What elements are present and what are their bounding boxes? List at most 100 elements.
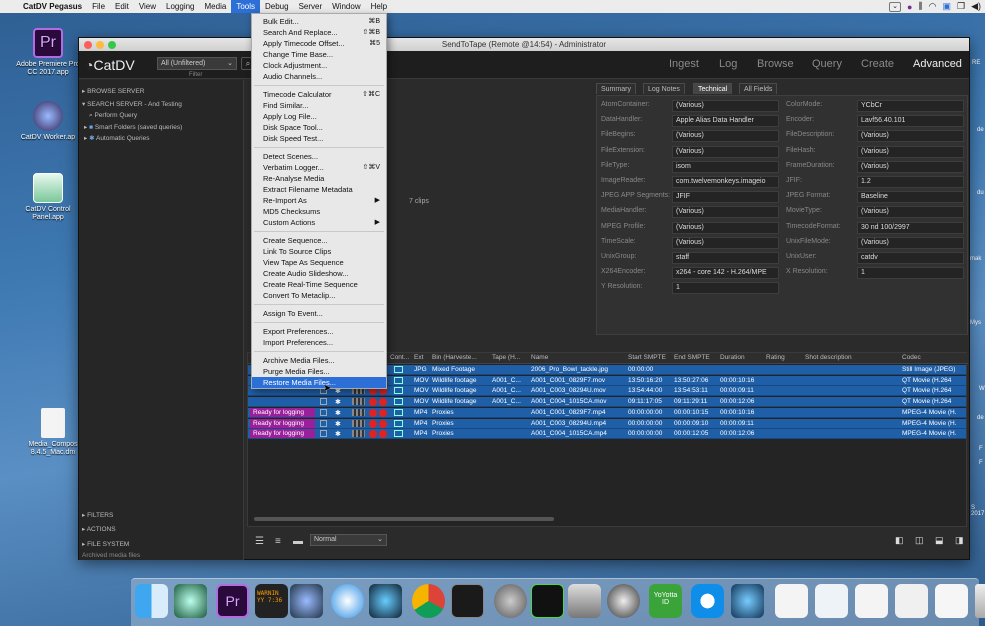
dropbox-icon[interactable]: ❐ bbox=[957, 1, 965, 12]
status-badge[interactable]: Ready for logging bbox=[250, 407, 315, 417]
sidebar-automatic-queries[interactable]: ▸ ✱ Automatic Queries bbox=[84, 134, 149, 142]
nav-query[interactable]: Query bbox=[812, 58, 842, 70]
menu-help[interactable]: Help bbox=[366, 0, 392, 13]
menu-item-change-time-base[interactable]: Change Time Base... bbox=[252, 49, 386, 60]
menu-item-verbatim-logger[interactable]: Verbatim Logger... ⇧⌘V bbox=[252, 162, 386, 173]
menu-item-re-import-as[interactable]: Re-Import As ▶ bbox=[252, 195, 386, 206]
col-header[interactable]: Start SMPTE bbox=[628, 354, 666, 361]
row-checkbox[interactable] bbox=[320, 408, 327, 416]
field-value[interactable]: (Various) bbox=[672, 236, 779, 249]
wifi-icon[interactable]: ◠ bbox=[929, 1, 937, 12]
menu-item-extract-filename-metadata[interactable]: Extract Filename Metadata bbox=[252, 184, 386, 195]
desktop-icon-catdv-worker[interactable]: CatDV Worker.ap bbox=[13, 101, 83, 142]
col-header[interactable]: Duration bbox=[720, 354, 745, 361]
menu-item-md5-checksums[interactable]: MD5 Checksums bbox=[252, 206, 386, 217]
catdv-status-icon[interactable]: ● bbox=[907, 2, 912, 12]
field-value[interactable]: (Various) bbox=[672, 221, 779, 234]
premiere-icon[interactable]: Pr bbox=[216, 584, 249, 618]
field-value[interactable]: x264 - core 142 - H.264/MPE bbox=[672, 267, 779, 280]
field-value[interactable]: (Various) bbox=[857, 206, 964, 219]
menu-item-export-preferences[interactable]: Export Preferences... bbox=[252, 326, 386, 337]
menu-item-convert-to-metaclip[interactable]: Convert To Metaclip... bbox=[252, 290, 386, 301]
field-value[interactable]: (Various) bbox=[857, 130, 964, 143]
row-checkbox[interactable] bbox=[320, 398, 327, 406]
row-checkbox[interactable] bbox=[320, 419, 327, 427]
sidebar-filters[interactable]: ▸ FILTERS bbox=[82, 511, 113, 519]
field-value[interactable]: (Various) bbox=[857, 160, 964, 173]
davinci-icon[interactable] bbox=[607, 584, 640, 618]
menu-server[interactable]: Server bbox=[294, 0, 328, 13]
menu-item-search-and-replace[interactable]: Search And Replace... ⇧⌘B bbox=[252, 27, 386, 38]
menu-item-clock-adjustment[interactable]: Clock Adjustment... bbox=[252, 60, 386, 71]
field-value[interactable]: Baseline bbox=[857, 191, 964, 204]
audio-controls-icon[interactable]: ⫼ bbox=[918, 1, 922, 12]
field-value[interactable]: JFIF bbox=[672, 191, 779, 204]
field-value[interactable]: (Various) bbox=[857, 236, 964, 249]
activity-icon[interactable] bbox=[531, 584, 564, 618]
status-badge[interactable]: Ready for logging bbox=[250, 418, 315, 428]
chevron-down-icon[interactable]: ⌄ bbox=[889, 1, 902, 12]
menu-item-custom-actions[interactable]: Custom Actions ▶ bbox=[252, 217, 386, 228]
catdv-pegasus-icon[interactable] bbox=[369, 584, 402, 618]
menu-item-link-to-source-clips[interactable]: Link To Source Clips bbox=[252, 246, 386, 257]
menu-item-view-tape-as-sequence[interactable]: View Tape As Sequence bbox=[252, 257, 386, 268]
nav-log[interactable]: Log bbox=[719, 58, 737, 70]
menu-item-create-sequence[interactable]: Create Sequence... bbox=[252, 235, 386, 246]
field-value[interactable]: 1.2 bbox=[857, 176, 964, 188]
field-value[interactable]: YCbCr bbox=[857, 100, 964, 112]
catdv-icon[interactable] bbox=[290, 584, 323, 618]
menu-item-assign-to-event[interactable]: Assign To Event... bbox=[252, 308, 386, 319]
desktop-icon-premiere[interactable]: Pr Adobe Premiere Pro CC 2017.app bbox=[13, 28, 83, 77]
menu-item-re-analyse-media[interactable]: Re-Analyse Media bbox=[252, 173, 386, 184]
col-header[interactable]: Ext bbox=[414, 354, 423, 361]
upload-icon[interactable]: ▣ bbox=[942, 1, 951, 12]
menu-item-create-audio-slideshow[interactable]: Create Audio Slideshow... bbox=[252, 268, 386, 279]
field-value[interactable]: com.twelvemonkeys.imageio bbox=[672, 176, 779, 188]
field-value[interactable]: 1 bbox=[857, 267, 964, 280]
field-value[interactable]: Lavf56.40.101 bbox=[857, 115, 964, 128]
menu-item-archive-media-files[interactable]: Archive Media Files... bbox=[252, 355, 386, 366]
disk-utility-icon[interactable] bbox=[568, 584, 601, 618]
list-view-icon[interactable]: ☰ bbox=[255, 536, 264, 547]
layout-bottom-icon[interactable]: ⬓ bbox=[935, 535, 944, 546]
sidebar-smart-folders[interactable]: ▸ ■ Smart Folders (saved queries) bbox=[84, 123, 182, 131]
col-header[interactable]: Name bbox=[531, 354, 548, 361]
desktop-icon-catdv-control[interactable]: CatDV Control Panel.app bbox=[13, 173, 83, 222]
menu-item-create-real-time-sequence[interactable]: Create Real-Time Sequence bbox=[252, 279, 386, 290]
nav-browse[interactable]: Browse bbox=[757, 58, 794, 70]
col-header[interactable]: Tape (H... bbox=[492, 354, 520, 361]
zoom-window-icon[interactable] bbox=[108, 41, 116, 49]
col-header[interactable]: Cont... bbox=[390, 354, 409, 361]
system-prefs-icon[interactable] bbox=[494, 584, 527, 618]
menu-file[interactable]: File bbox=[87, 0, 110, 13]
layout-split-icon[interactable]: ◫ bbox=[915, 535, 924, 546]
menu-item-find-similar[interactable]: Find Similar... bbox=[252, 100, 386, 111]
tab-summary[interactable]: Summary bbox=[596, 83, 636, 94]
apple-menu-icon[interactable] bbox=[0, 0, 18, 13]
col-header[interactable]: Bin (Harveste... bbox=[432, 354, 477, 361]
view-mode-select[interactable]: Normal ⌄ bbox=[310, 534, 387, 546]
compact-view-icon[interactable]: ▬ bbox=[293, 536, 303, 547]
menu-item-purge-media-files[interactable]: Purge Media Files... bbox=[252, 366, 386, 377]
app-menu[interactable]: CatDV Pegasus bbox=[18, 0, 87, 13]
field-value[interactable]: (Various) bbox=[672, 145, 779, 158]
sidebar-file-system[interactable]: ▸ FILE SYSTEM bbox=[82, 540, 129, 548]
menu-window[interactable]: Window bbox=[327, 0, 365, 13]
row-checkbox[interactable] bbox=[320, 430, 327, 438]
nav-create[interactable]: Create bbox=[861, 58, 894, 70]
field-value[interactable]: (Various) bbox=[672, 206, 779, 219]
terminal-icon[interactable] bbox=[451, 584, 484, 618]
tab-all-fields[interactable]: All Fields bbox=[739, 83, 778, 94]
menu-tools[interactable]: Tools bbox=[231, 0, 260, 13]
field-value[interactable]: staff bbox=[672, 252, 779, 264]
chrome-icon[interactable] bbox=[412, 584, 445, 618]
catdv-control-icon[interactable] bbox=[731, 584, 764, 618]
menu-view[interactable]: View bbox=[134, 0, 161, 13]
filter-select[interactable]: All (Unfiltered) ⌄ bbox=[157, 57, 237, 70]
field-value[interactable]: catdv bbox=[857, 252, 964, 264]
doc3-icon[interactable] bbox=[855, 584, 888, 618]
field-value[interactable]: (Various) bbox=[857, 145, 964, 158]
tab-technical[interactable]: Technical bbox=[693, 83, 733, 94]
menu-item-disk-space-tool[interactable]: Disk Space Tool... bbox=[252, 122, 386, 133]
field-value[interactable]: 30 nd 100/2997 bbox=[857, 221, 964, 234]
